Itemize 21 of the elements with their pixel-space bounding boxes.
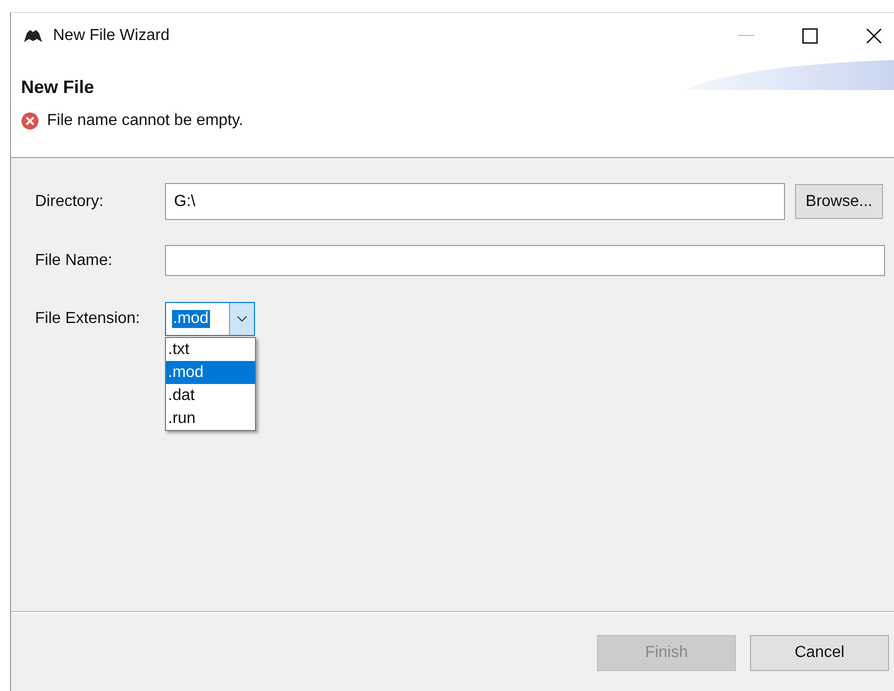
browse-button[interactable]: Browse...: [795, 184, 883, 219]
app-logo-icon: [23, 28, 43, 44]
dropdown-option[interactable]: .mod: [166, 361, 255, 384]
banner-swoosh-icon: [684, 60, 894, 90]
dialog-button[interactable]: Cancel: [750, 634, 889, 670]
error-icon: [21, 112, 39, 130]
dropdown-option[interactable]: .run: [166, 407, 255, 430]
dropdown-option[interactable]: .txt: [166, 338, 255, 361]
window-title: New File Wizard: [53, 26, 170, 44]
field-label: File Extension:: [35, 310, 141, 328]
field-label: Directory:: [35, 192, 104, 210]
maximize-icon[interactable]: [802, 28, 818, 44]
extension-dropdown[interactable]: .mod: [165, 302, 255, 336]
field-label: File Name:: [35, 252, 114, 270]
file-name-field[interactable]: [165, 245, 885, 276]
dropdown-option[interactable]: .dat: [166, 384, 255, 407]
close-icon[interactable]: [866, 28, 882, 44]
chevron-down-icon: [237, 316, 247, 322]
directory-field[interactable]: G:\: [165, 183, 785, 220]
page-title: New File: [21, 77, 94, 98]
error-message: File name cannot be empty.: [47, 112, 244, 130]
